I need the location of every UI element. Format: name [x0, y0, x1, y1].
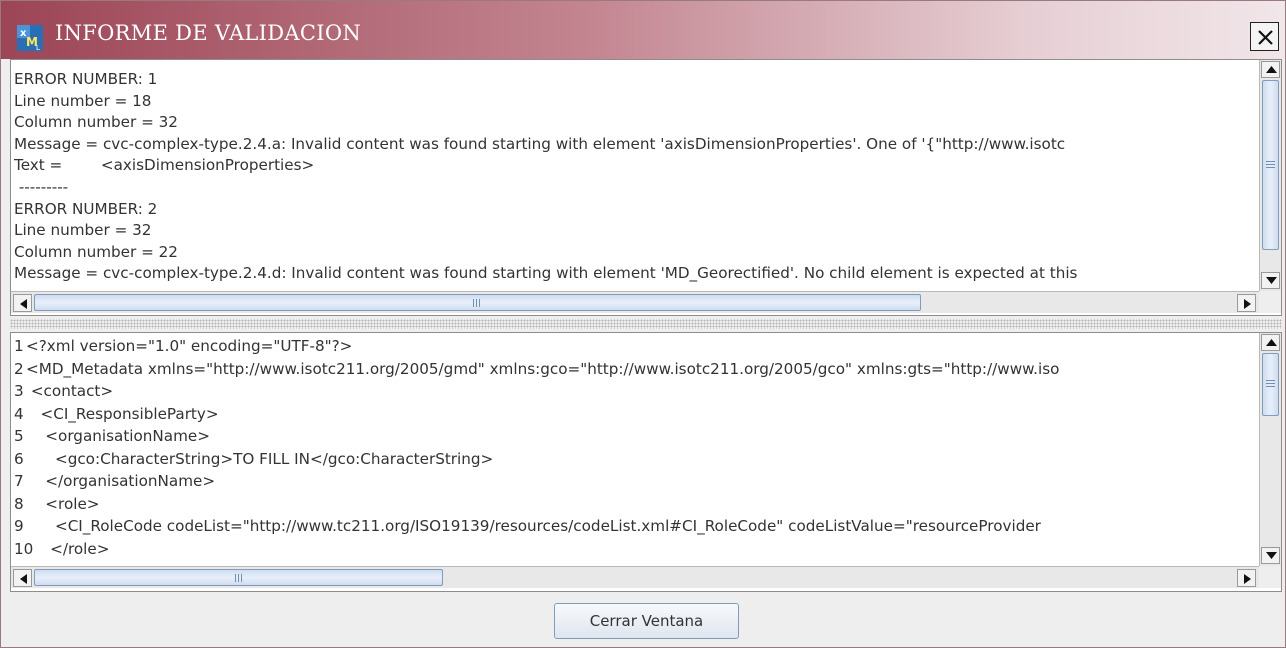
errors-vertical-scrollbar[interactable]: [1259, 60, 1281, 291]
scroll-left-button[interactable]: [13, 294, 32, 312]
xml-vertical-scrollbar[interactable]: [1259, 333, 1281, 566]
xml-line: 11 </CI_ResponsibleParty>: [11, 560, 1257, 563]
line-number: 10: [14, 539, 34, 558]
arrow-down-icon: [1266, 552, 1277, 559]
xml-line-text: <role>: [26, 494, 100, 513]
line-number: 11: [11, 560, 33, 563]
close-window-button[interactable]: Cerrar Ventana: [554, 603, 739, 639]
xml-source-pane[interactable]: 1 <?xml version="1.0" encoding="UTF-8"?> 2…: [10, 332, 1282, 592]
line-number: 4: [14, 404, 24, 423]
errors-vertical-scroll-thumb[interactable]: [1262, 80, 1279, 250]
scroll-corner: [1259, 291, 1281, 313]
error-line: Column number = 22: [14, 242, 178, 261]
close-icon: [1258, 30, 1273, 45]
window-title: INFORME DE VALIDACION: [55, 21, 362, 45]
errors-horizontal-scrollbar[interactable]: [11, 291, 1259, 313]
error-line: Text = <axisDimensionProperties>: [14, 156, 315, 175]
app-icon: x M L: [17, 25, 43, 51]
xml-line: 4 <CI_ResponsibleParty>: [11, 403, 1257, 426]
line-number: 7: [14, 472, 24, 490]
xml-line-text: <MD_Metadata xmlns="http://www.isotc211.…: [26, 359, 1060, 378]
error-line: Message = cvc-complex-type.2.4.a: Invali…: [14, 134, 1066, 153]
arrow-left-icon: [20, 574, 27, 584]
xml-line: 7 </organisationName>: [11, 470, 1257, 493]
scroll-down-button[interactable]: [1261, 547, 1280, 564]
xml-line: 5 <organisationName>: [11, 425, 1257, 448]
line-number: 8: [14, 494, 24, 513]
line-number: 2: [14, 359, 24, 378]
arrow-left-icon: [20, 299, 27, 309]
validation-report-window: x M L INFORME DE VALIDACION ERROR NUMBER…: [0, 0, 1286, 648]
arrow-down-icon: [1266, 277, 1277, 284]
error-line: Line number = 18: [14, 91, 152, 110]
arrow-up-icon: [1266, 339, 1277, 346]
xml-line-text: <organisationName>: [26, 427, 210, 445]
xml-line: 9 <CI_RoleCode codeList="http://www.tc21…: [11, 515, 1257, 538]
scroll-down-button[interactable]: [1261, 272, 1280, 289]
arrow-right-icon: [1244, 299, 1251, 309]
xml-line: 8 <role>: [11, 493, 1257, 516]
error-line: ERROR NUMBER: 2: [14, 199, 158, 218]
scroll-right-button[interactable]: [1237, 569, 1256, 587]
xml-line: 10 </role>: [11, 538, 1257, 561]
xml-line-text: <CI_ResponsibleParty>: [26, 404, 219, 423]
arrow-right-icon: [1244, 574, 1251, 584]
line-number: 3: [14, 382, 24, 400]
xml-line-text: <CI_RoleCode codeList="http://www.tc211.…: [26, 517, 1041, 535]
xml-line-text: </role>: [26, 539, 110, 558]
error-line: ---------: [14, 177, 69, 196]
xml-line-text: <?xml version="1.0" encoding="UTF-8"?>: [26, 337, 353, 355]
close-window-x-button[interactable]: [1250, 22, 1279, 51]
xml-line-text: <gco:CharacterString>TO FILL IN</gco:Cha…: [26, 449, 494, 468]
xml-horizontal-scrollbar[interactable]: [11, 566, 1259, 588]
xml-line: 3 <contact>: [11, 380, 1257, 403]
scroll-right-button[interactable]: [1237, 294, 1256, 312]
errors-text-area[interactable]: ERROR NUMBER: 1 Line number = 18 Column nu…: [11, 60, 1257, 287]
scroll-up-button[interactable]: [1261, 61, 1280, 78]
line-number: 5: [14, 427, 24, 445]
xml-vertical-scroll-thumb[interactable]: [1262, 353, 1279, 416]
arrow-up-icon: [1266, 66, 1277, 73]
errors-pane[interactable]: ERROR NUMBER: 1 Line number = 18 Column nu…: [10, 59, 1282, 316]
scroll-left-button[interactable]: [13, 569, 32, 587]
xml-text-area[interactable]: 1 <?xml version="1.0" encoding="UTF-8"?> 2…: [11, 333, 1257, 563]
xml-horizontal-scroll-thumb[interactable]: [34, 569, 443, 586]
title-bar[interactable]: x M L INFORME DE VALIDACION: [1, 1, 1285, 59]
split-pane-divider[interactable]: [10, 319, 1282, 329]
xml-line-text: </CI_ResponsibleParty>: [26, 560, 228, 563]
xml-line: 6 <gco:CharacterString>TO FILL IN</gco:C…: [11, 448, 1257, 471]
svg-text:L: L: [36, 44, 40, 51]
errors-horizontal-scroll-thumb[interactable]: [34, 294, 921, 311]
line-number: 1: [14, 337, 24, 355]
error-line: Column number = 32: [14, 113, 178, 132]
scroll-corner: [1259, 566, 1281, 588]
line-number: 6: [14, 449, 24, 468]
error-line: Line number = 32: [14, 221, 152, 240]
xml-line-text: <contact>: [26, 382, 114, 400]
error-line: Message = cvc-complex-type.2.4.d: Invali…: [14, 264, 1078, 283]
scroll-up-button[interactable]: [1261, 334, 1280, 351]
xml-line-text: </organisationName>: [26, 472, 216, 490]
line-number: 9: [14, 517, 24, 535]
error-line: ERROR NUMBER: 1: [14, 70, 158, 88]
xml-line: 1 <?xml version="1.0" encoding="UTF-8"?>: [11, 335, 1257, 358]
xml-line: 2 <MD_Metadata xmlns="http://www.isotc211…: [11, 358, 1257, 381]
